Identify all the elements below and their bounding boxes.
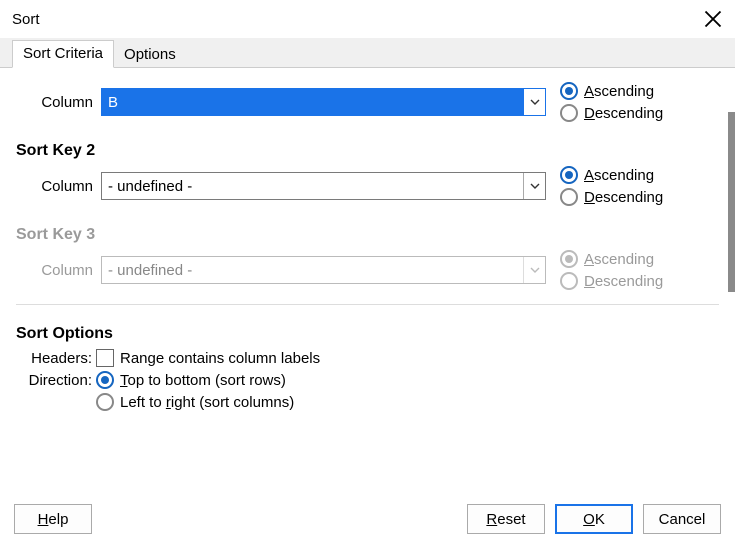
sort-key-2-column-dropdown[interactable]: - undefined - (101, 172, 546, 200)
radio-icon (560, 104, 578, 122)
dialog-title: Sort (12, 11, 40, 28)
direction-label: Direction: (16, 372, 96, 389)
sort-key-2-heading: Sort Key 2 (16, 142, 719, 160)
sort-key-2-ascending[interactable]: Ascending (560, 166, 676, 184)
sort-key-3-column-dropdown: - undefined - (101, 256, 546, 284)
column-label-2: Column (16, 178, 101, 195)
sort-key-3-ascending: Ascending (560, 250, 676, 268)
divider (16, 304, 719, 305)
tab-bar: Sort Criteria Options (0, 38, 735, 68)
chevron-down-icon (523, 257, 545, 283)
reset-button[interactable]: Reset (467, 504, 545, 534)
close-icon[interactable] (703, 9, 723, 29)
sort-key-3-descending: Descending (560, 272, 676, 290)
radio-icon (96, 371, 114, 389)
headers-checkbox-label: Range contains column labels (120, 350, 320, 367)
column-label-3: Column (16, 262, 101, 279)
help-button[interactable]: Help (14, 504, 92, 534)
radio-icon (560, 166, 578, 184)
chevron-down-icon[interactable] (523, 89, 545, 115)
chevron-down-icon[interactable] (523, 173, 545, 199)
tab-options[interactable]: Options (114, 42, 186, 68)
sort-options-heading: Sort Options (16, 325, 719, 343)
direction-left-to-right[interactable]: Left to right (sort columns) (96, 393, 294, 411)
sort-key-2-descending[interactable]: Descending (560, 188, 676, 206)
scrollbar-thumb[interactable] (728, 112, 735, 292)
headers-checkbox[interactable] (96, 349, 114, 367)
radio-icon (560, 188, 578, 206)
radio-icon (560, 272, 578, 290)
sort-key-1-ascending[interactable]: Ascending (560, 82, 676, 100)
cancel-button[interactable]: Cancel (643, 504, 721, 534)
headers-label: Headers: (16, 350, 96, 367)
sort-key-3-heading: Sort Key 3 (16, 226, 719, 244)
radio-icon (96, 393, 114, 411)
ok-button[interactable]: OK (555, 504, 633, 534)
direction-top-to-bottom[interactable]: Top to bottom (sort rows) (96, 371, 286, 389)
column-label-1: Column (16, 94, 101, 111)
sort-key-1-column-dropdown[interactable]: B (101, 88, 546, 116)
radio-icon (560, 82, 578, 100)
sort-key-1-descending[interactable]: Descending (560, 104, 676, 122)
radio-icon (560, 250, 578, 268)
tab-sort-criteria[interactable]: Sort Criteria (12, 40, 114, 68)
